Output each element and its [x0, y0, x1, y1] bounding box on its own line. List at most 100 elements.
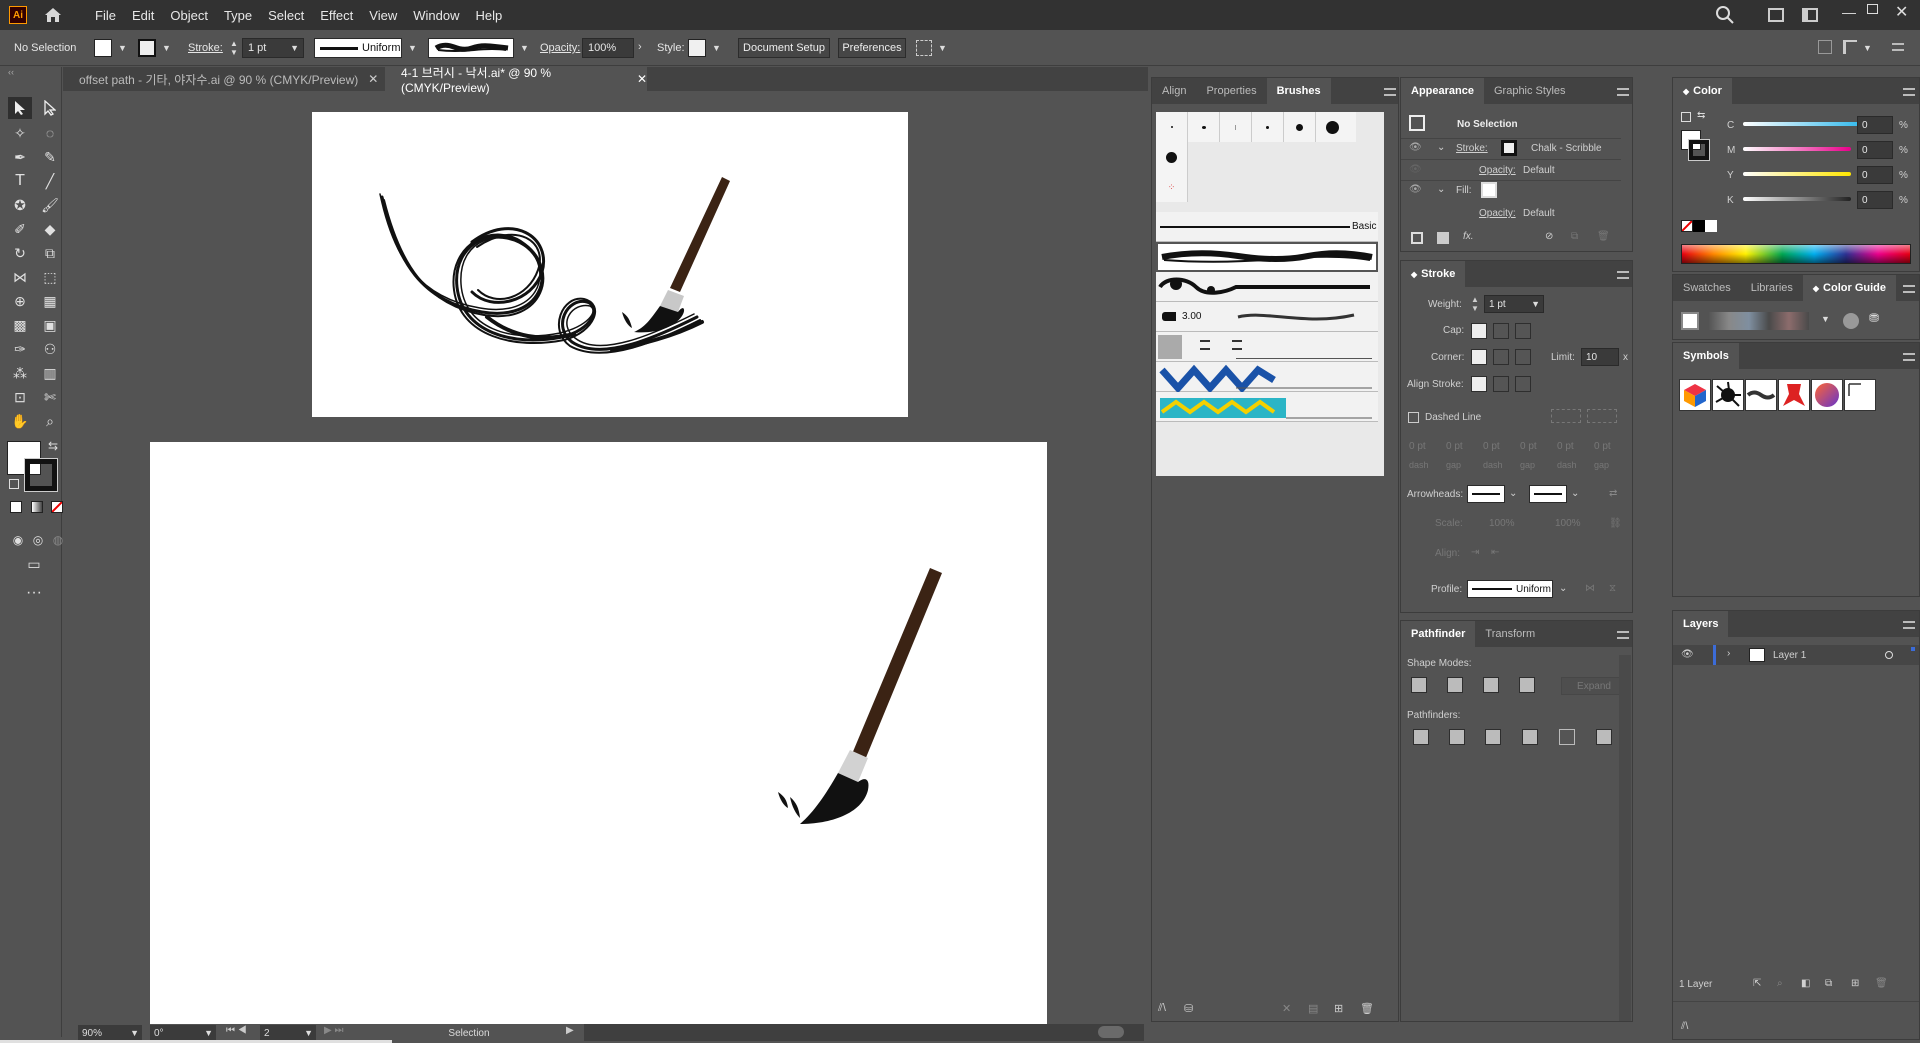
tab-appearance[interactable]: Appearance [1401, 78, 1484, 104]
align-inside-icon[interactable] [1493, 376, 1509, 392]
artboard-tool-icon[interactable]: ⊡ [8, 386, 32, 408]
chevron-down-icon[interactable]: ▼ [118, 43, 127, 53]
opacity-label[interactable]: Opacity: [540, 42, 580, 54]
add-fill-icon[interactable] [1437, 232, 1449, 244]
home-icon[interactable] [43, 5, 63, 25]
stroke-color-swatch[interactable] [24, 458, 58, 492]
tab-libraries[interactable]: Libraries [1741, 275, 1803, 301]
weight-field[interactable]: 1 pt ▼ [1484, 295, 1544, 313]
brush-dot-2[interactable] [1188, 112, 1220, 142]
delete-brush-icon[interactable]: 🗑 [1360, 1002, 1374, 1015]
menu-object[interactable]: Object [162, 0, 216, 30]
shape-builder-icon[interactable]: ⊕ [8, 290, 32, 312]
add-effect-fx-icon[interactable]: fx. [1463, 231, 1474, 242]
collapse-icon[interactable]: ‹‹ [8, 67, 14, 77]
limit-field[interactable]: 10 [1581, 348, 1619, 366]
workspace-icon[interactable] [1802, 8, 1818, 22]
dash-align-icon[interactable] [1587, 409, 1617, 423]
chevron-down-icon[interactable]: ▼ [162, 43, 171, 53]
brush-dot-3[interactable] [1220, 112, 1252, 142]
dash-1-field[interactable]: 0 pt [1409, 441, 1426, 452]
artboard-1[interactable] [312, 112, 908, 417]
layer-row[interactable]: 👁 › Layer 1 [1673, 645, 1919, 665]
chevron-down-icon[interactable]: ⌄ [1571, 488, 1579, 499]
appearance-stroke-label[interactable]: Stroke: [1456, 143, 1488, 154]
magic-wand-tool-icon[interactable]: ✧ [8, 122, 32, 144]
menu-edit[interactable]: Edit [124, 0, 162, 30]
type-tool-icon[interactable]: T [8, 170, 32, 192]
shaper-tool-icon[interactable]: ✐ [8, 218, 32, 240]
symbol-ribbon[interactable] [1778, 379, 1810, 411]
tab-graphic-styles[interactable]: Graphic Styles [1484, 78, 1576, 104]
visibility-eye-icon[interactable]: 👁 [1681, 649, 1694, 660]
zoom-tool-icon[interactable]: ⌕ [38, 410, 62, 432]
menu-type[interactable]: Type [216, 0, 260, 30]
blend-tool-icon[interactable]: ⚇ [38, 338, 62, 360]
new-layer-icon[interactable]: ⊞ [1851, 978, 1859, 989]
brush-libraries-icon[interactable]: ⫽\ [1158, 1002, 1166, 1015]
paintbrush-tool-icon[interactable]: 🖌 [38, 194, 62, 216]
panel-menu-icon[interactable] [1617, 631, 1629, 639]
tab-properties[interactable]: Properties [1196, 78, 1266, 104]
stepper-icon[interactable]: ▲ ▼ [230, 39, 238, 57]
minimize-icon[interactable]: — [1842, 4, 1856, 20]
menu-select[interactable]: Select [260, 0, 312, 30]
clear-appearance-icon[interactable]: ⊘ [1545, 231, 1553, 242]
libraries-icon[interactable]: ⫽\ [1681, 1021, 1688, 1032]
status-menu-icon[interactable]: ▶ [566, 1025, 574, 1036]
symbol-scribble[interactable] [1745, 379, 1777, 411]
fill-swatch[interactable] [1481, 182, 1497, 198]
ornament-brush-row[interactable] [1156, 272, 1378, 302]
brush-dot-6[interactable] [1316, 112, 1348, 142]
lasso-tool-icon[interactable]: ◌ [38, 122, 62, 144]
unite-icon[interactable] [1411, 677, 1427, 693]
line-tool-icon[interactable]: ╱ [38, 170, 62, 192]
tab-transform[interactable]: Transform [1475, 621, 1545, 647]
eraser-tool-icon[interactable]: ◆ [38, 218, 62, 240]
arrange-icon[interactable] [916, 40, 932, 56]
expand-layer-icon[interactable]: › [1727, 648, 1730, 659]
tab-brush-scribble[interactable]: 4-1 브러시 - 낙서.ai* @ 90 % (CMYK/Preview) ✕ [385, 66, 647, 95]
stroke-label[interactable]: Stroke: [188, 42, 223, 54]
white-swatch[interactable] [1705, 220, 1717, 232]
artboard-2[interactable] [150, 442, 1047, 1034]
gap-1-field[interactable]: 0 pt [1446, 441, 1463, 452]
options-icon[interactable]: ▤ [1308, 1002, 1318, 1015]
color-spectrum[interactable] [1681, 244, 1911, 264]
shape-builder-tool-icon[interactable]: ✪ [8, 194, 32, 216]
expand-chevron-icon[interactable]: ⌄ [1437, 142, 1445, 153]
gradient-tool-icon[interactable]: ▣ [38, 314, 62, 336]
link-scale-icon[interactable]: ⛓ [1609, 518, 1622, 529]
free-transform-tool-icon[interactable]: ⬚ [38, 266, 62, 288]
style-swatch[interactable] [688, 39, 706, 57]
visibility-eye-icon[interactable]: 👁 [1409, 142, 1422, 153]
arrange-documents-icon[interactable] [1768, 8, 1784, 22]
perspective-grid-tool-icon[interactable]: ▦ [38, 290, 62, 312]
menu-view[interactable]: View [361, 0, 405, 30]
chevron-down-icon[interactable]: ▼ [520, 43, 529, 53]
stroke-weight-field[interactable]: 1 pt ▼ [242, 38, 304, 58]
symbol-cube[interactable] [1679, 379, 1711, 411]
swap-colors-icon[interactable]: ⇆ [48, 439, 58, 453]
scatter-dots-brush[interactable]: ⁘ [1156, 172, 1188, 202]
menu-window[interactable]: Window [405, 0, 467, 30]
close-tab-icon[interactable]: ✕ [368, 72, 378, 86]
merge-icon[interactable] [1485, 729, 1501, 745]
default-colors-icon[interactable] [1681, 112, 1691, 122]
delete-layer-icon[interactable]: 🗑 [1875, 978, 1888, 989]
close-icon[interactable]: ✕ [1895, 2, 1908, 22]
color-mode-icon[interactable] [10, 501, 22, 513]
profile-select[interactable]: Uniform [1467, 580, 1553, 598]
align-center-icon[interactable] [1471, 376, 1487, 392]
panel-menu-icon[interactable] [1903, 285, 1915, 293]
scale-start-field[interactable]: 100% [1489, 518, 1515, 529]
new-sublayer-icon[interactable]: ⧉ [1825, 978, 1832, 989]
minus-front-icon[interactable] [1447, 677, 1463, 693]
scrollbar-thumb[interactable] [1098, 1026, 1124, 1038]
exclude-icon[interactable] [1519, 677, 1535, 693]
opacity-label[interactable]: Opacity: [1479, 165, 1516, 176]
close-tab-icon[interactable]: ✕ [637, 72, 647, 86]
menu-effect[interactable]: Effect [312, 0, 361, 30]
tab-color-guide[interactable]: ◆ Color Guide [1802, 275, 1896, 301]
panel-menu-icon[interactable] [1903, 621, 1915, 629]
